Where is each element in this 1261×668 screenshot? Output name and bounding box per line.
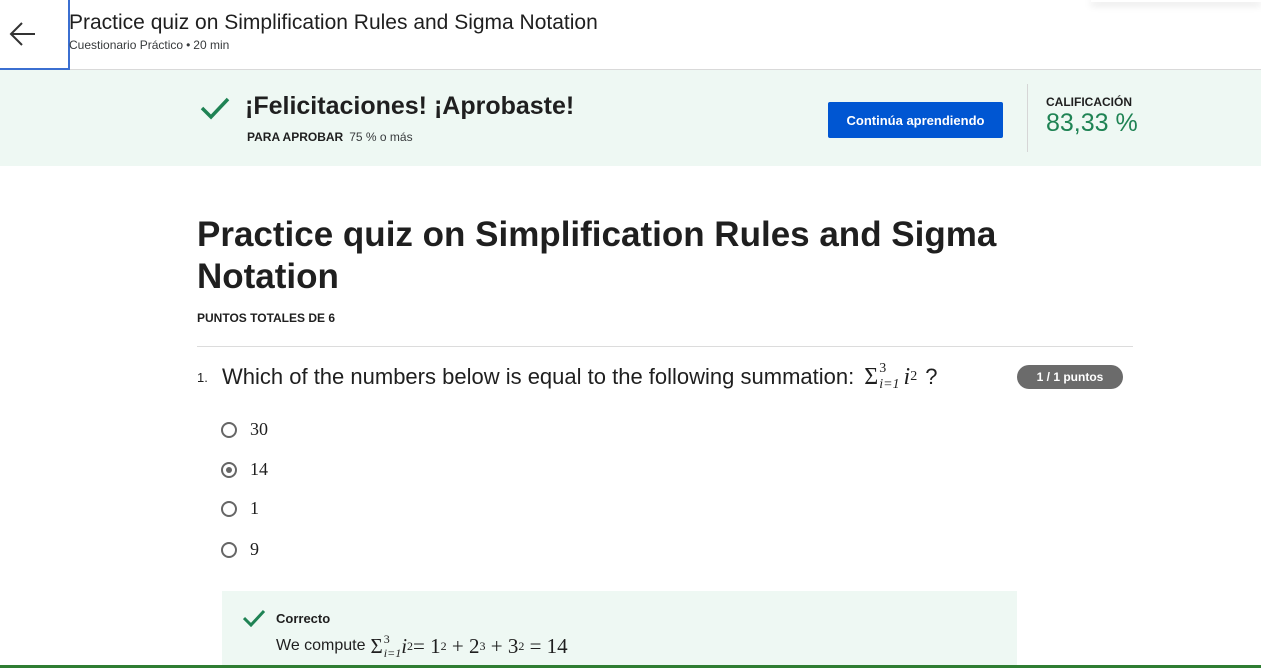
arrow-left-icon [9, 22, 35, 46]
rhs-term: = 1 [413, 633, 441, 658]
option-item[interactable]: 1 [221, 498, 259, 519]
question-mark: ? [925, 364, 938, 389]
sigma-lower: i=1 [879, 377, 900, 392]
feedback-title: Correcto [276, 611, 331, 626]
summand-exp: 2 [910, 369, 918, 384]
rhs-term: + 2 [446, 633, 480, 658]
sigma-upper: 3 [879, 361, 887, 376]
sigma-upper: 3 [383, 632, 390, 646]
sigma-limits: 3 i=1 [879, 362, 899, 392]
option-item[interactable]: 14 [221, 459, 268, 480]
quiz-type: Cuestionario Práctico [69, 38, 184, 52]
sigma-limits: 3 i=1 [384, 633, 401, 659]
option-label: 1 [250, 498, 259, 518]
grade-label: CALIFICACIÓN [1046, 95, 1132, 109]
rhs-term: + 3 [485, 633, 519, 658]
points-badge: 1 / 1 puntos [1017, 365, 1123, 389]
question-number: 1. [197, 370, 208, 385]
radio-button[interactable] [221, 541, 237, 558]
pass-value: 75 % o más [349, 130, 413, 144]
option-label: 30 [250, 419, 268, 439]
grade-value: 83,33 % [1046, 109, 1138, 137]
question-prompt: Which of the numbers below is equal to t… [222, 364, 855, 389]
option-item[interactable]: 30 [221, 419, 268, 440]
check-icon [243, 609, 265, 627]
total-points: PUNTOS TOTALES DE 6 [197, 311, 336, 325]
summation-formula: Σ 3 i=1 i2 ? [864, 362, 937, 392]
continue-learning-button[interactable]: Continúa aprendiendo [828, 102, 1003, 138]
option-label: 14 [250, 459, 268, 479]
divider [197, 346, 1133, 347]
feedback-box: Correcto We compute Σ 3 i=1 i2 = 12 + 23… [222, 591, 1017, 668]
feedback-prefix: We compute [276, 637, 366, 654]
option-label: 9 [250, 539, 259, 559]
sigma-symbol: Σ [370, 633, 383, 658]
pass-requirement: PARA APROBAR 75 % o más [247, 130, 413, 144]
feedback-text: We compute Σ 3 i=1 i2 = 12 + 23 + 32 = 1… [276, 633, 568, 659]
result-banner: ¡Felicitaciones! ¡Aprobaste! PARA APROBA… [0, 70, 1261, 166]
header-shadow [1091, 0, 1261, 2]
top-header: Practice quiz on Simplification Rules an… [0, 0, 1261, 70]
radio-button[interactable] [221, 500, 237, 517]
radio-button[interactable] [221, 421, 237, 438]
separator-dot: • [186, 38, 191, 52]
question-text: Which of the numbers below is equal to t… [222, 362, 937, 392]
radio-button-selected[interactable] [221, 461, 237, 478]
congrats-message: ¡Felicitaciones! ¡Aprobaste! [245, 92, 575, 120]
quiz-duration: 20 min [193, 38, 230, 52]
header-subtitle: Cuestionario Práctico • 20 min [69, 38, 229, 52]
page-title: Practice quiz on Simplification Rules an… [197, 215, 997, 296]
summand-var: i [903, 363, 911, 390]
back-button[interactable] [0, 0, 70, 70]
banner-divider [1027, 84, 1028, 152]
option-item[interactable]: 9 [221, 539, 259, 560]
sigma-lower: i=1 [383, 646, 402, 660]
sigma-symbol: Σ [864, 363, 879, 390]
feedback-formula: Σ 3 i=1 i2 = 12 + 23 + 32 = 14 [371, 633, 568, 659]
header-title: Practice quiz on Simplification Rules an… [69, 11, 598, 34]
pass-label: PARA APROBAR [247, 130, 344, 144]
result-term: = 14 [524, 633, 568, 658]
check-icon [200, 97, 230, 120]
